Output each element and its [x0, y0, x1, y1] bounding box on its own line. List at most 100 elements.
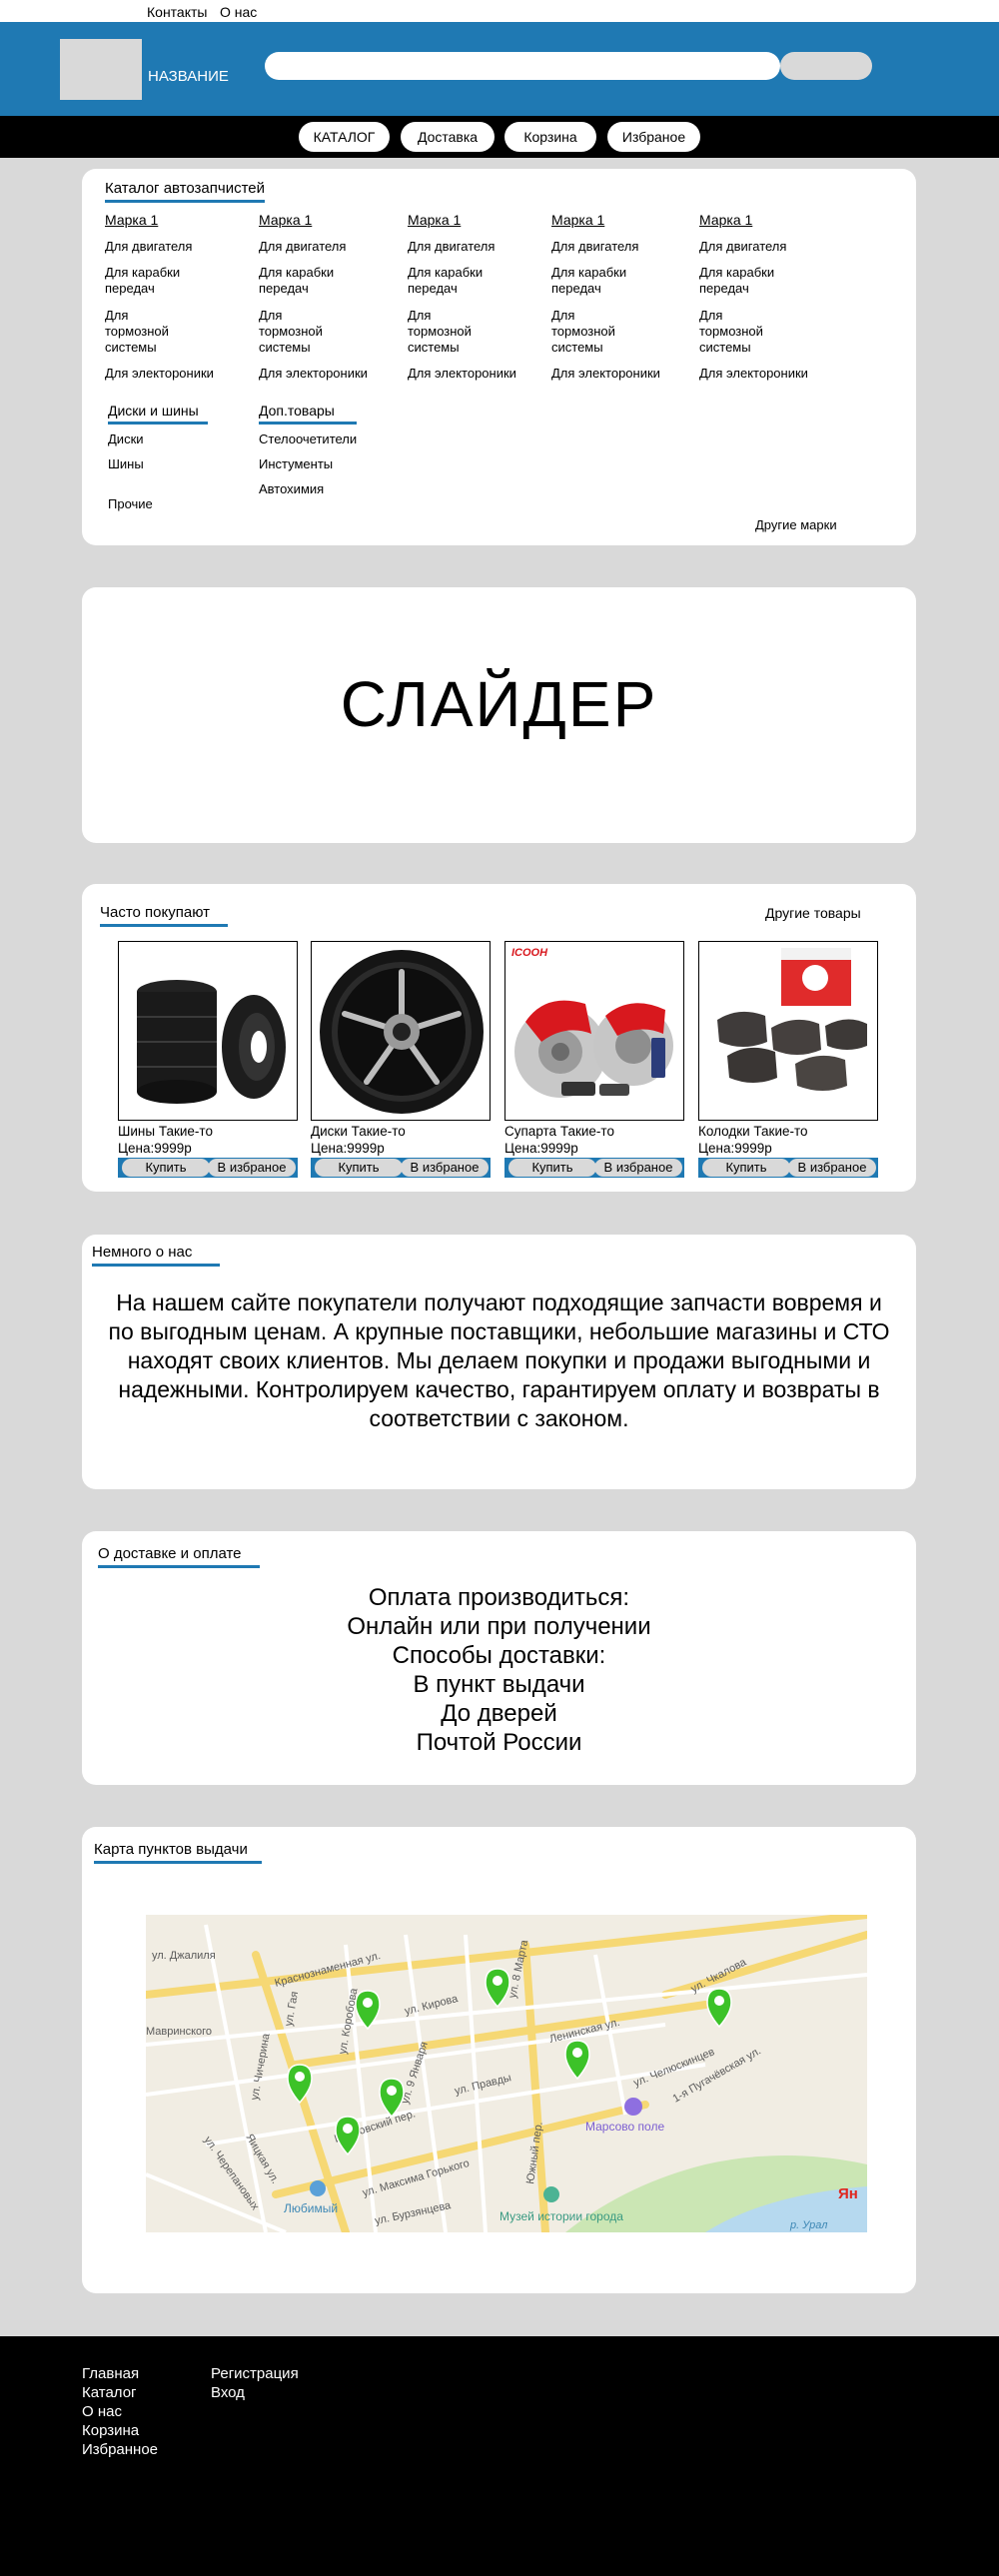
about-link[interactable]: О нас — [220, 4, 257, 20]
category-link[interactable]: Для двигателя — [259, 239, 399, 255]
other-link[interactable]: Прочие — [108, 496, 153, 512]
add-to-favorites-button[interactable]: В избраное — [208, 1159, 296, 1177]
extra-link[interactable]: Автохимия — [259, 481, 324, 497]
nav-catalog-button[interactable]: КАТАЛОГ — [299, 122, 390, 152]
extra-link[interactable]: Инстументы — [259, 456, 333, 472]
wheels-link[interactable]: Диски — [108, 431, 144, 447]
footer-link-register[interactable]: Регистрация — [211, 2364, 299, 2383]
map-street-label: ул. Джалиля — [152, 1950, 216, 1962]
buy-button[interactable]: Купить — [702, 1159, 790, 1177]
product-price: Цена:9999р — [118, 1141, 192, 1156]
contacts-link[interactable]: Контакты — [147, 4, 207, 20]
popular-title[interactable]: Часто покупают — [100, 904, 228, 927]
category-link[interactable]: Для двигателя — [105, 239, 245, 255]
catalog-title[interactable]: Каталог автозапчистей — [105, 180, 266, 203]
category-link[interactable]: Для тормозной системы — [699, 308, 779, 356]
footer-link-cart[interactable]: Корзина — [82, 2421, 158, 2440]
brand-link[interactable]: Марка 1 — [408, 212, 461, 228]
brake-pads-image[interactable] — [698, 941, 878, 1121]
category-link[interactable]: Для двигателя — [408, 239, 547, 255]
slider-placeholder-text: СЛАЙДЕР — [340, 668, 658, 740]
category-link[interactable]: Для электороники — [408, 366, 557, 382]
wheels-title[interactable]: Диски и шины — [108, 403, 208, 425]
category-link[interactable]: Для электороники — [699, 366, 849, 382]
category-link[interactable]: Для тормозной системы — [259, 308, 339, 356]
delivery-line: Онлайн или при получении — [347, 1613, 651, 1640]
nav-favorites-button[interactable]: Избраное — [607, 122, 700, 152]
category-link[interactable]: Для карабки передач — [551, 265, 646, 297]
search-input[interactable] — [265, 52, 780, 80]
product-card: ICOOH Супарта Такие-то Цена:9999р Купить… — [504, 941, 684, 1178]
product-card: Шины Такие-то Цена:9999р Купить В избран… — [118, 941, 298, 1178]
add-to-favorites-button[interactable]: В избраное — [594, 1159, 682, 1177]
buy-button[interactable]: Купить — [315, 1159, 403, 1177]
map-provider-logo: Ян — [838, 2185, 858, 2202]
slider-card[interactable]: СЛАЙДЕР — [82, 587, 916, 843]
brand-link[interactable]: Марка 1 — [551, 212, 604, 228]
category-link[interactable]: Для тормозной системы — [105, 308, 185, 356]
other-products-link[interactable]: Другие товары — [765, 905, 861, 921]
nav-delivery-button[interactable]: Доставка — [401, 122, 495, 152]
buy-button[interactable]: Купить — [508, 1159, 596, 1177]
catalog-card: Каталог автозапчистей Марка 1 Для двигат… — [82, 169, 916, 545]
extra-link[interactable]: Стелоочетители — [259, 431, 357, 447]
footer-link-home[interactable]: Главная — [82, 2364, 158, 2383]
popular-card: Часто покупают Другие товары Шины Такие-… — [82, 884, 916, 1192]
brake-caliper-image[interactable]: ICOOH — [504, 941, 684, 1121]
product-price: Цена:9999р — [698, 1141, 772, 1156]
category-link[interactable]: Для тормозной системы — [551, 308, 631, 356]
extra-title[interactable]: Доп.товары — [259, 403, 357, 425]
product-actions: Купить В избраное — [698, 1158, 878, 1178]
wheel-disk-image[interactable] — [311, 941, 491, 1121]
delivery-line: Почтой России — [416, 1729, 582, 1756]
category-link[interactable]: Для карабки передач — [408, 265, 502, 297]
main-nav: КАТАЛОГ Доставка Корзина Избраное — [0, 116, 999, 158]
footer-account-column: Регистрация Вход — [211, 2364, 299, 2402]
product-name: Супарта Такие-то — [504, 1124, 614, 1139]
delivery-card: О доставке и оплате Оплата производиться… — [82, 1531, 916, 1785]
category-link[interactable]: Для электороники — [259, 366, 409, 382]
category-link[interactable]: Для двигателя — [699, 239, 839, 255]
product-actions: Купить В избраное — [118, 1158, 298, 1178]
product-name: Диски Такие-то — [311, 1124, 406, 1139]
nav-cart-button[interactable]: Корзина — [504, 122, 596, 152]
site-name[interactable]: НАЗВАНИЕ — [148, 68, 229, 85]
map-title[interactable]: Карта пунктов выдачи — [94, 1841, 262, 1864]
brand-link[interactable]: Марка 1 — [259, 212, 312, 228]
map-place-label: Марсово поле — [585, 2120, 664, 2134]
category-link[interactable]: Для электороники — [551, 366, 701, 382]
product-card: Диски Такие-то Цена:9999р Купить В избра… — [311, 941, 491, 1178]
category-link[interactable]: Для тормозной системы — [408, 308, 488, 356]
category-link[interactable]: Для карабки передач — [259, 265, 354, 297]
product-name: Шины Такие-то — [118, 1124, 213, 1139]
delivery-line: Способы доставки: — [392, 1642, 606, 1669]
add-to-favorites-button[interactable]: В избраное — [788, 1159, 876, 1177]
tires-image[interactable] — [118, 941, 298, 1121]
pickup-points-map[interactable]: ул. Джалиля Краснознаменная ул. ул. 8 Ма… — [146, 1915, 867, 2232]
brand-link[interactable]: Марка 1 — [105, 212, 158, 228]
about-title[interactable]: Немного о нас — [92, 1244, 220, 1267]
other-brands-link[interactable]: Другие марки — [755, 517, 837, 533]
category-link[interactable]: Для двигателя — [551, 239, 691, 255]
add-to-favorites-button[interactable]: В избраное — [401, 1159, 489, 1177]
brand-link[interactable]: Марка 1 — [699, 212, 752, 228]
logo-placeholder[interactable] — [60, 39, 142, 100]
about-text: На нашем сайте покупатели получают подхо… — [108, 1289, 890, 1431]
tires-link[interactable]: Шины — [108, 456, 144, 472]
product-actions: Купить В избраное — [504, 1158, 684, 1178]
footer-link-favorites[interactable]: Избранное — [82, 2440, 158, 2459]
category-link[interactable]: Для карабки передач — [105, 265, 200, 297]
search-button[interactable] — [780, 52, 872, 80]
footer-nav-column: Главная Каталог О нас Корзина Избранное — [82, 2364, 158, 2459]
footer: Главная Каталог О нас Корзина Избранное … — [0, 2336, 999, 2576]
category-link[interactable]: Для электороники — [105, 366, 255, 382]
footer-link-login[interactable]: Вход — [211, 2383, 299, 2402]
footer-link-catalog[interactable]: Каталог — [82, 2383, 158, 2402]
svg-text:ICOOH: ICOOH — [511, 947, 548, 959]
category-link[interactable]: Для карабки передач — [699, 265, 794, 297]
product-card: Колодки Такие-то Цена:9999р Купить В изб… — [698, 941, 878, 1178]
delivery-title[interactable]: О доставке и оплате — [98, 1545, 260, 1568]
buy-button[interactable]: Купить — [122, 1159, 210, 1177]
footer-link-about[interactable]: О нас — [82, 2402, 158, 2421]
map-street-label: р. Урал — [789, 2219, 827, 2231]
